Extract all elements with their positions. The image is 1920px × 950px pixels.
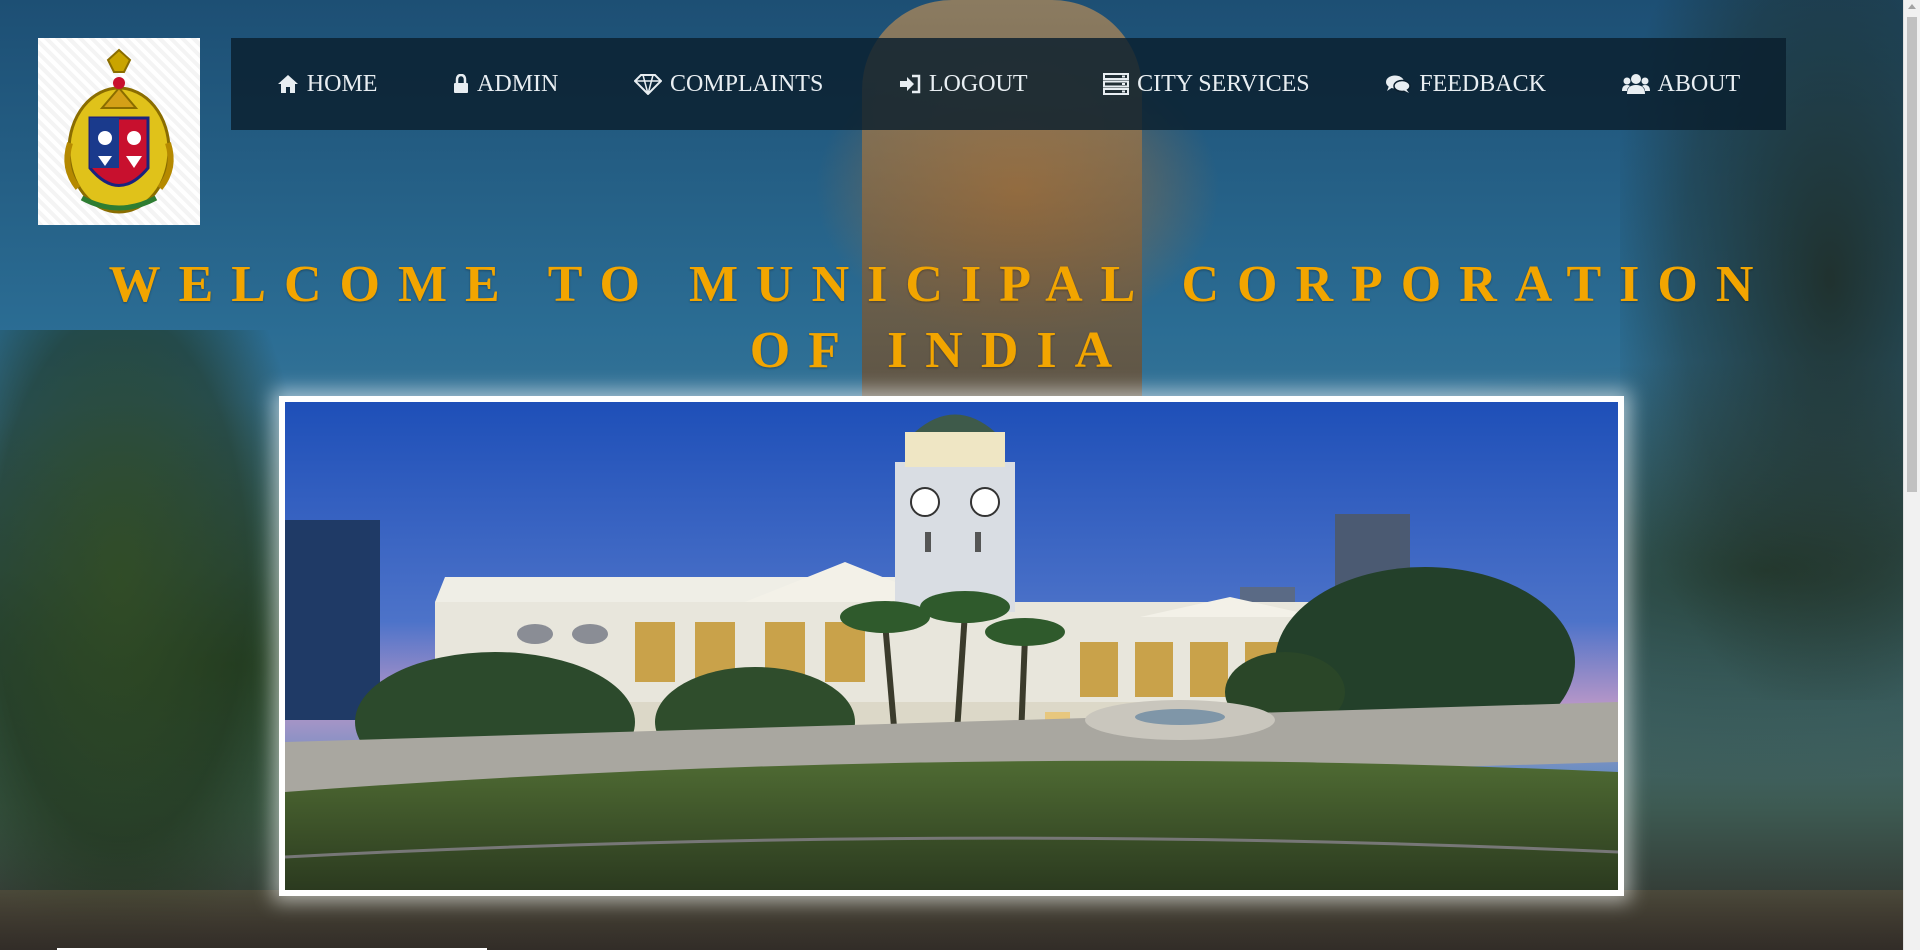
city-hall-photo — [285, 402, 1618, 890]
lock-icon — [454, 74, 469, 93]
sign-in-icon — [899, 74, 921, 94]
nav-feedback-label: FEEDBACK — [1419, 70, 1546, 97]
users-icon — [1621, 74, 1650, 94]
nav-admin[interactable]: ADMIN — [453, 71, 558, 98]
nav-complaints[interactable]: COMPLAINTS — [633, 70, 824, 98]
nav-city-services-label: CITY SERVICES — [1137, 70, 1310, 97]
nav-feedback[interactable]: FEEDBACK — [1385, 71, 1546, 98]
nav-logout[interactable]: LOGOUT — [899, 71, 1028, 98]
nav-admin-label: ADMIN — [477, 70, 559, 97]
main-navigation: HOME ADMIN COMPLAINTS LOGOUT CITY SERVIC… — [231, 38, 1786, 130]
nav-city-services[interactable]: CITY SERVICES — [1103, 71, 1310, 98]
nav-home-label: HOME — [306, 70, 378, 97]
nav-complaints-label: COMPLAINTS — [669, 70, 824, 97]
scroll-up-icon[interactable] — [1908, 4, 1916, 9]
nav-about[interactable]: ABOUT — [1621, 70, 1741, 98]
home-icon — [277, 75, 298, 93]
site-logo[interactable] — [38, 38, 200, 225]
server-icon — [1103, 73, 1130, 95]
hero-image-frame — [279, 396, 1624, 896]
comments-icon — [1386, 75, 1411, 93]
nav-home[interactable]: HOME — [277, 70, 378, 98]
welcome-title: WELCOME TO MUNICIPAL CORPORATION OF INDI… — [108, 256, 1772, 379]
nav-about-label: ABOUT — [1657, 70, 1741, 97]
page-scrollbar[interactable] — [1903, 0, 1920, 950]
nav-logout-label: LOGOUT — [928, 70, 1028, 97]
scrollbar-thumb[interactable] — [1907, 17, 1917, 492]
background-street — [0, 890, 1920, 950]
municipal-emblem-icon — [64, 48, 174, 214]
background-tree-left — [0, 330, 300, 950]
diamond-icon — [633, 74, 662, 95]
